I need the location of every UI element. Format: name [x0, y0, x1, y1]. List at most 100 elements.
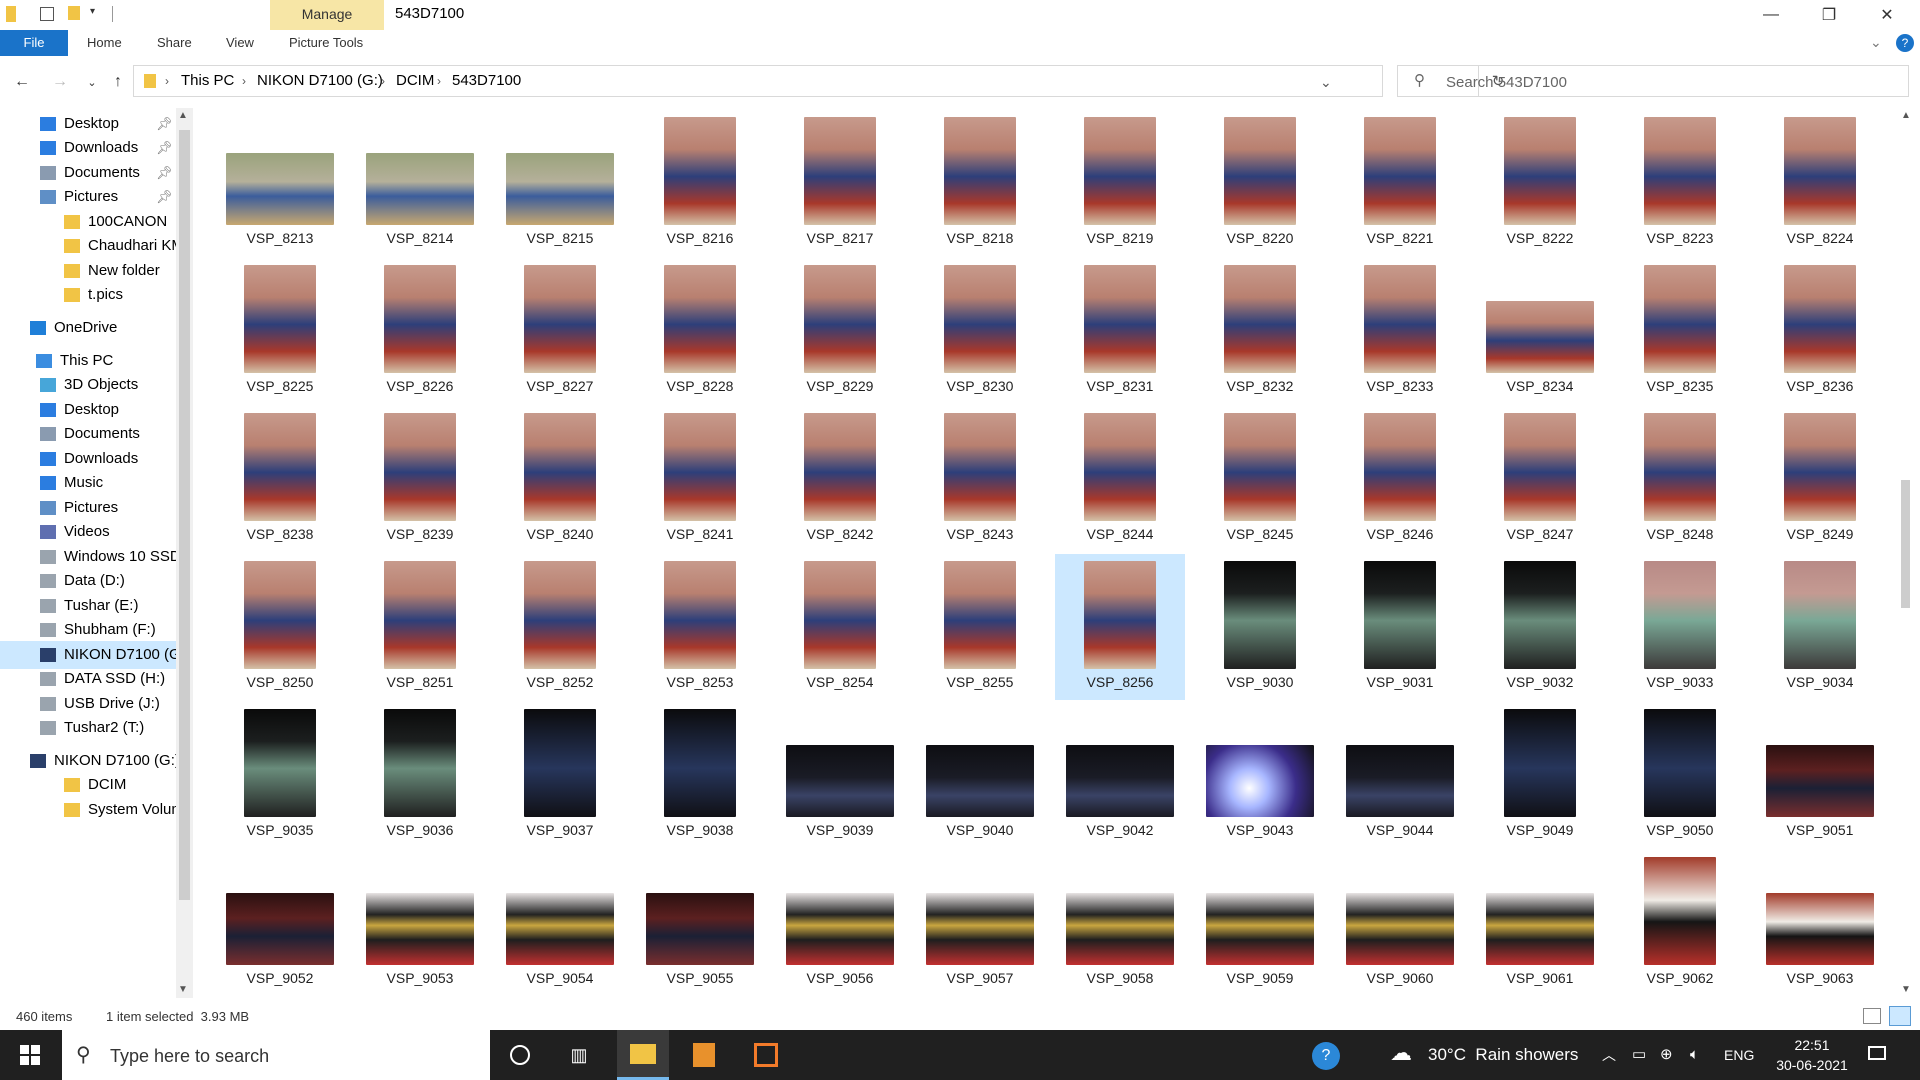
file-tile[interactable]: VSP_9039	[775, 702, 905, 848]
forward-button[interactable]: →	[48, 70, 72, 94]
file-tile[interactable]: VSP_8244	[1055, 406, 1185, 552]
content-scroll-up-icon[interactable]: ▲	[1901, 110, 1911, 121]
file-tile[interactable]: VSP_8246	[1335, 406, 1465, 552]
manage-tab[interactable]: Manage	[270, 0, 384, 30]
sublime-text-taskbar-button[interactable]	[678, 1030, 730, 1080]
file-tile[interactable]: VSP_9060	[1335, 850, 1465, 996]
details-view-icon[interactable]	[1863, 1008, 1881, 1024]
file-tile[interactable]: VSP_9063	[1755, 850, 1885, 996]
file-tile[interactable]: VSP_9033	[1615, 554, 1745, 700]
file-tile[interactable]: VSP_8216	[635, 110, 765, 256]
breadcrumb-dcim[interactable]: DCIM	[396, 66, 434, 96]
help-icon[interactable]: ?	[1896, 34, 1914, 52]
up-button[interactable]: ↑	[106, 70, 130, 94]
recent-locations-button[interactable]: ⌄	[80, 70, 104, 94]
file-tile[interactable]: VSP_9061	[1475, 850, 1605, 996]
search-input[interactable]	[1444, 71, 1888, 93]
taskbar-search-input[interactable]	[108, 1044, 472, 1068]
file-tile[interactable]: VSP_9040	[915, 702, 1045, 848]
address-bar[interactable]: › This PC › NIKON D7100 (G:) › DCIM › 54…	[133, 65, 1504, 97]
nav-item[interactable]: DATA SSD (H:)	[0, 665, 180, 693]
tab-picture-tools[interactable]: Picture Tools	[289, 30, 363, 56]
tab-file[interactable]: File	[0, 30, 68, 56]
file-tile[interactable]: VSP_8229	[775, 258, 905, 404]
file-tile[interactable]: VSP_9059	[1195, 850, 1325, 996]
file-tile[interactable]: VSP_8255	[915, 554, 1045, 700]
file-tile[interactable]: VSP_9032	[1475, 554, 1605, 700]
file-tile[interactable]: VSP_8248	[1615, 406, 1745, 552]
file-tile[interactable]: VSP_8213	[215, 110, 345, 256]
language-indicator[interactable]: ENG	[1724, 1030, 1754, 1080]
file-tile[interactable]: VSP_9051	[1755, 702, 1885, 848]
file-tile[interactable]: VSP_9037	[495, 702, 625, 848]
close-button[interactable]: ✕	[1864, 0, 1910, 30]
help-tips-icon[interactable]: ?	[1312, 1042, 1340, 1070]
properties-icon[interactable]	[40, 7, 54, 21]
weather-icon[interactable]: ☁	[1390, 1040, 1412, 1066]
address-dropdown-icon[interactable]: ⌄	[1320, 68, 1332, 96]
nav-item[interactable]: Pictures 📌︎	[0, 183, 180, 211]
content-scroll-down-icon[interactable]: ▼	[1901, 984, 1911, 995]
file-tile[interactable]: VSP_8222	[1475, 110, 1605, 256]
taskbar-search[interactable]: ⚲	[62, 1030, 490, 1080]
nav-item[interactable]: 3D Objects	[0, 371, 180, 399]
file-tile[interactable]: VSP_8214	[355, 110, 485, 256]
file-tile[interactable]: VSP_9062	[1615, 850, 1745, 996]
file-tile[interactable]: VSP_8217	[775, 110, 905, 256]
file-tile[interactable]: VSP_8224	[1755, 110, 1885, 256]
xampp-taskbar-button[interactable]	[740, 1030, 792, 1080]
nav-item[interactable]: Chaudhari KM Er	[0, 232, 180, 260]
nav-item[interactable]: Documents	[0, 420, 180, 448]
file-tile[interactable]: VSP_8227	[495, 258, 625, 404]
nav-item[interactable]: OneDrive	[0, 314, 180, 342]
file-tile[interactable]: VSP_8240	[495, 406, 625, 552]
nav-item[interactable]: Downloads 📌︎	[0, 134, 180, 162]
notifications-icon[interactable]	[1868, 1046, 1886, 1060]
tab-view[interactable]: View	[226, 30, 254, 56]
file-tile[interactable]: VSP_8228	[635, 258, 765, 404]
new-folder-icon[interactable]	[68, 6, 80, 20]
minimize-button[interactable]: —	[1748, 0, 1794, 30]
file-tile[interactable]: VSP_9034	[1755, 554, 1885, 700]
breadcrumb-separator[interactable]: ›	[381, 66, 385, 96]
breadcrumb-separator[interactable]: ›	[165, 66, 169, 96]
nav-item[interactable]: Shubham (F:)	[0, 616, 180, 644]
restore-button[interactable]: ❐	[1806, 0, 1852, 30]
large-icons-view-icon[interactable]	[1889, 1006, 1911, 1026]
file-tile[interactable]: VSP_8250	[215, 554, 345, 700]
file-tile[interactable]: VSP_8219	[1055, 110, 1185, 256]
nav-item[interactable]: DCIM	[0, 771, 180, 799]
breadcrumb-separator[interactable]: ›	[437, 66, 441, 96]
file-tile[interactable]: VSP_8256	[1055, 554, 1185, 700]
file-tile[interactable]: VSP_8218	[915, 110, 1045, 256]
file-tile[interactable]: VSP_8242	[775, 406, 905, 552]
file-tile[interactable]: VSP_9036	[355, 702, 485, 848]
file-tile[interactable]: VSP_9035	[215, 702, 345, 848]
file-tile[interactable]: VSP_8247	[1475, 406, 1605, 552]
customize-toolbar-icon[interactable]: ▾	[90, 6, 106, 22]
nav-item[interactable]: Tushar2 (T:)	[0, 714, 180, 742]
volume-icon[interactable]: 🔈︎	[1690, 1030, 1699, 1080]
tab-share[interactable]: Share	[157, 30, 192, 56]
nav-item[interactable]: Music	[0, 469, 180, 497]
file-tile[interactable]: VSP_8233	[1335, 258, 1465, 404]
search-box[interactable]: ⚲	[1397, 65, 1909, 97]
expand-ribbon-icon[interactable]: ⌄	[1870, 34, 1882, 51]
file-tile[interactable]: VSP_8232	[1195, 258, 1325, 404]
breadcrumb-current-folder[interactable]: 543D7100	[452, 66, 521, 96]
file-tile[interactable]: VSP_9044	[1335, 702, 1465, 848]
clock[interactable]: 22:51 30-06-2021	[1766, 1035, 1858, 1075]
file-tile[interactable]: VSP_9057	[915, 850, 1045, 996]
file-tile[interactable]: VSP_8220	[1195, 110, 1325, 256]
file-tile[interactable]: VSP_9058	[1055, 850, 1185, 996]
file-tile[interactable]: VSP_9056	[775, 850, 905, 996]
file-tile[interactable]: VSP_8226	[355, 258, 485, 404]
file-tile[interactable]: VSP_8221	[1335, 110, 1465, 256]
back-button[interactable]: ←	[10, 70, 34, 94]
file-tile[interactable]: VSP_8225	[215, 258, 345, 404]
nav-item[interactable]: t.pics	[0, 281, 180, 309]
network-icon[interactable]: ⊕	[1660, 1030, 1673, 1080]
file-tile[interactable]: VSP_8241	[635, 406, 765, 552]
weather-text[interactable]: 30°C Rain showers	[1428, 1030, 1578, 1080]
file-tile[interactable]: VSP_8238	[215, 406, 345, 552]
